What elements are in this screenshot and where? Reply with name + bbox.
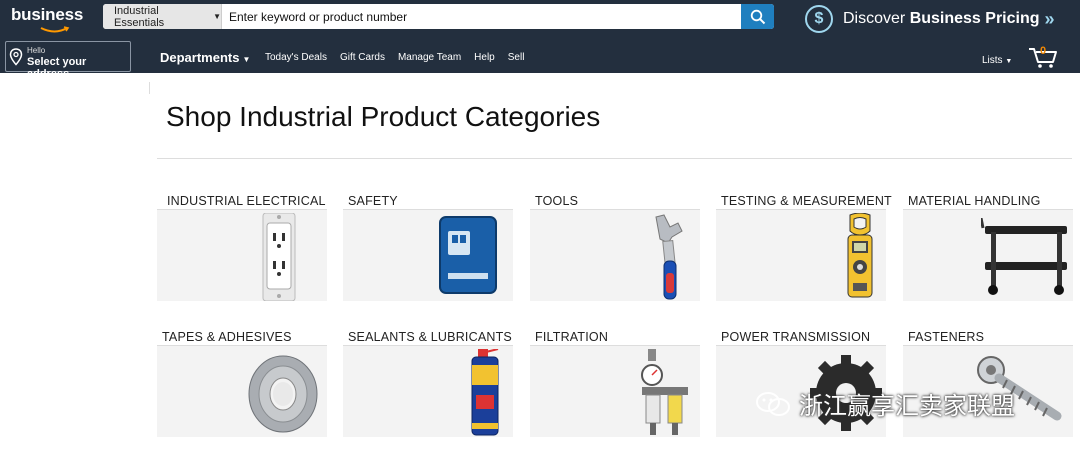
nav-link-sell[interactable]: Sell (508, 52, 525, 63)
nav-link-gift-cards[interactable]: Gift Cards (340, 52, 385, 63)
category-image-filter-regulator (530, 346, 700, 437)
nav-link-manage-team[interactable]: Manage Team (398, 52, 461, 63)
category-image-outlet (157, 210, 327, 301)
category-label: SAFETY (343, 194, 513, 210)
category-image-tape-roll (157, 346, 327, 437)
nav-link-help[interactable]: Help (474, 52, 495, 63)
departments-label: Departments (160, 50, 240, 65)
category-label: FASTENERS (903, 330, 1073, 346)
category-tile-filtration[interactable]: FILTRATION (530, 330, 700, 437)
address-label: Select your address (27, 56, 87, 80)
dollar-icon: $ (805, 5, 833, 33)
category-tile-tools[interactable]: TOOLS (530, 194, 700, 301)
chevron-down-icon: ▼ (1005, 58, 1013, 65)
nav-links: Today's Deals Gift Cards Manage Team Hel… (265, 52, 524, 63)
left-rail-divider (149, 82, 150, 94)
location-pin-icon (9, 48, 23, 66)
category-label: FILTRATION (530, 330, 700, 346)
page-title: Shop Industrial Product Categories (166, 101, 601, 132)
search-input[interactable] (222, 4, 741, 29)
category-image-utility-cart (903, 210, 1073, 301)
category-label: SEALANTS & LUBRICANTS (343, 330, 513, 346)
business-logo[interactable]: business (11, 5, 83, 25)
departments-menu[interactable]: Departments ▼ (160, 50, 250, 65)
search-icon (750, 9, 765, 24)
lists-label: Lists (982, 55, 1003, 66)
cart-count: 0 (1040, 45, 1047, 57)
category-label: TAPES & ADHESIVES (157, 330, 327, 346)
category-tile-industrial-electrical[interactable]: INDUSTRIAL ELECTRICAL (157, 194, 327, 301)
chat-bubble-icon (756, 391, 790, 416)
category-tile-testing-measurement[interactable]: TESTING & MEASUREMENT (716, 194, 892, 301)
watermark: 浙江赢享汇卖家联盟 (755, 386, 1015, 421)
category-label: TOOLS (530, 194, 700, 210)
nav-link-todays-deals[interactable]: Today's Deals (265, 52, 327, 63)
category-label: MATERIAL HANDLING (903, 194, 1073, 210)
category-image-wrench (530, 210, 700, 301)
category-tile-safety[interactable]: SAFETY (343, 194, 513, 301)
category-tile-tapes-adhesives[interactable]: TAPES & ADHESIVES (157, 330, 327, 437)
top-bar: business Industrial Essentials ▼ $ Disco… (0, 0, 1080, 40)
category-image-clamp-meter (716, 210, 886, 301)
search-category-dropdown[interactable]: Industrial Essentials ▼ (103, 4, 222, 29)
category-image-first-aid-kit (343, 210, 513, 301)
category-image-spray-can (343, 346, 513, 437)
business-pricing-promo[interactable]: $ Discover Business Pricing » (805, 5, 1055, 33)
search-bar: Industrial Essentials ▼ (103, 4, 774, 29)
category-label: INDUSTRIAL ELECTRICAL (157, 194, 327, 210)
nav-bar: Hello Select your address Departments ▼ T… (0, 40, 1080, 80)
title-divider (157, 158, 1072, 159)
search-category-label: Industrial Essentials (114, 4, 165, 29)
address-hello: Hello (27, 46, 46, 55)
lists-menu[interactable]: Lists ▼ (982, 55, 1012, 66)
category-label: POWER TRANSMISSION (716, 330, 886, 346)
category-tile-sealants-lubricants[interactable]: SEALANTS & LUBRICANTS (343, 330, 513, 437)
smile-arrow-icon (40, 26, 70, 33)
chevron-down-icon: ▼ (242, 55, 251, 64)
promo-text-bold: Business Pricing (909, 10, 1040, 27)
category-tile-material-handling[interactable]: MATERIAL HANDLING (903, 194, 1073, 301)
select-address-button[interactable]: Hello Select your address (5, 41, 131, 80)
double-chevron-right-icon: » (1044, 8, 1055, 29)
watermark-text: 浙江赢享汇卖家联盟 (799, 393, 1015, 420)
category-label: TESTING & MEASUREMENT (716, 194, 892, 210)
chevron-down-icon: ▼ (213, 12, 221, 21)
promo-text-pre: Discover (843, 10, 910, 27)
search-button[interactable] (741, 4, 774, 29)
